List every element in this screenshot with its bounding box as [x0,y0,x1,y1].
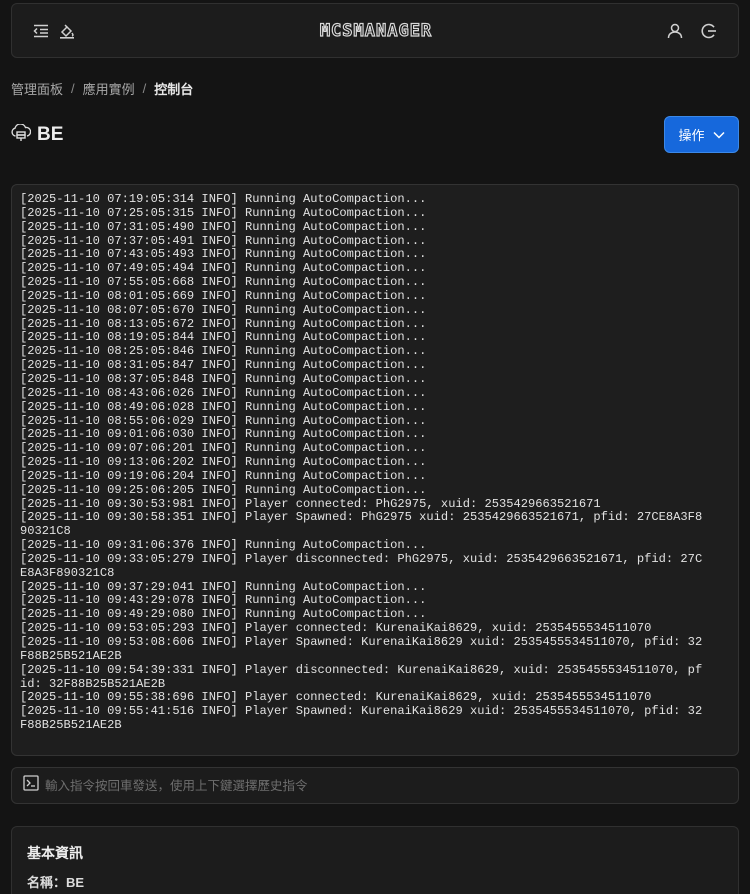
terminal-icon [23,775,39,796]
top-navbar: MCSMANAGER [11,3,739,58]
basic-info-card: 基本資訊 名稱：BE [11,826,739,894]
logout-icon[interactable] [696,18,722,44]
breadcrumb-separator: / [71,80,75,96]
user-icon[interactable] [662,18,688,44]
menu-fold-icon[interactable] [28,18,54,44]
actions-button-label: 操作 [678,128,705,143]
console-log-text: [2025-11-10 07:19:05:314 INFO] Running A… [20,192,703,733]
page-title-row: BE [11,122,63,148]
breadcrumb-separator: / [142,80,147,96]
actions-dropdown-button[interactable]: 操作 [664,116,739,153]
cloud-server-icon [11,122,32,147]
breadcrumb-item-panel[interactable]: 管理面板 [11,79,63,98]
breadcrumb-item-instances[interactable]: 應用實例 [83,79,135,98]
command-bar [11,767,739,804]
breadcrumb: 管理面板 / 應用實例 / 控制台 [11,79,193,97]
app-logo: MCSMANAGER [319,20,433,41]
theme-icon[interactable] [54,18,80,44]
console-output[interactable]: [2025-11-10 07:19:05:314 INFO] Running A… [11,184,739,756]
chevron-down-icon [712,127,725,142]
page-title: BE [37,124,64,145]
instance-name-row: 名稱：BE [27,875,85,890]
command-input[interactable] [45,778,705,793]
breadcrumb-item-console: 控制台 [154,81,194,97]
card-title: 基本資訊 [27,845,83,861]
